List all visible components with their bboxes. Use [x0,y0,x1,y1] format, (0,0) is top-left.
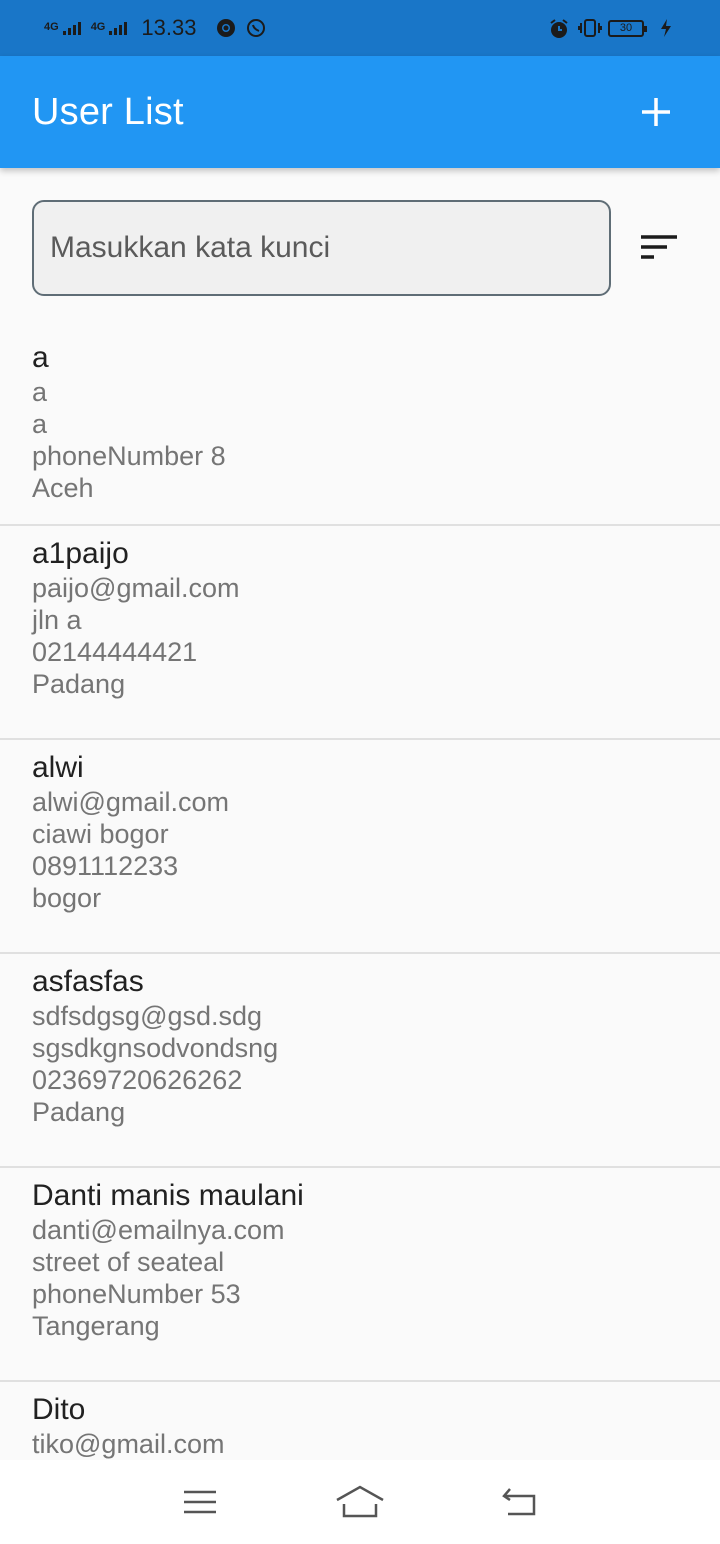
user-address: street of seateal [32,1247,225,1277]
user-city: bogor [32,883,102,913]
list-item[interactable]: a1paijo paijo@gmail.com jln a 0214444442… [0,526,720,740]
user-email: paijo@gmail.com [32,573,240,603]
status-bar: 4G 4G 13.33 30 [0,0,720,56]
add-user-button[interactable] [632,88,680,136]
user-phone: phoneNumber 8 [32,441,226,471]
user-list: a a a phoneNumber 8 Aceh a1paijo paijo@g… [0,330,720,1460]
user-address: a [32,409,48,439]
list-item[interactable]: Danti manis maulani danti@emailnya.com s… [0,1168,720,1382]
alarm-icon [548,18,568,38]
sort-icon [640,235,677,259]
network-type-label: 4G [90,21,106,33]
user-name: a [32,341,49,374]
list-item[interactable]: alwi alwi@gmail.com ciawi bogor 08911122… [0,740,720,954]
user-name: asfasfas [32,965,144,998]
network-signal-1: 4G [44,21,81,35]
user-phone: phoneNumber 53 [32,1279,241,1309]
system-nav-bar [0,1460,720,1544]
menu-button[interactable] [160,1472,240,1532]
user-city: Tangerang [32,1311,160,1341]
network-type-label: 4G [44,21,59,33]
page-title: User List [32,90,184,133]
user-email: danti@emailnya.com [32,1215,285,1245]
app-bar: User List [0,56,720,168]
user-phone: 02144444421 [32,637,198,667]
status-left: 4G 4G 13.33 [44,15,266,41]
plus-icon [642,98,670,126]
status-time: 13.33 [141,15,197,40]
list-item[interactable]: asfasfas sdfsdgsg@gsd.sdg sgsdkgnsodvond… [0,954,720,1168]
user-email: alwi@gmail.com [32,787,229,817]
user-email: tiko@gmail.com [32,1429,225,1459]
user-name: alwi [32,751,84,784]
charging-icon [660,18,680,38]
user-city: Padang [32,1097,126,1127]
whatsapp-icon [246,18,266,38]
user-city: Aceh [32,473,94,503]
search-input[interactable] [50,231,594,265]
back-icon [502,1488,536,1516]
user-address: jln a [32,605,82,635]
search-field[interactable] [32,200,612,296]
user-name: Dito [32,1393,86,1426]
user-address: sgsdkgnsodvondsng [32,1033,279,1063]
status-right: 30 [548,18,680,38]
user-email: sdfsdgsg@gsd.sdg [32,1001,263,1031]
user-email: a [32,377,48,407]
signal-bars-icon [109,21,128,35]
menu-icon [184,1490,216,1514]
home-icon [336,1485,384,1518]
network-signal-2: 4G [91,21,128,35]
list-item[interactable]: Dito tiko@gmail.com [0,1382,720,1460]
user-phone: 02369720626262 [32,1065,243,1095]
user-name: Danti manis maulani [32,1179,304,1212]
list-item[interactable]: a a a phoneNumber 8 Aceh [0,330,720,526]
user-name: a1paijo [32,537,129,570]
sort-button[interactable] [629,218,688,278]
back-button[interactable] [480,1472,560,1532]
home-button[interactable] [320,1472,400,1532]
chrome-icon [216,18,236,38]
search-row [0,200,720,296]
user-phone: 0891112233 [32,851,179,881]
user-city: Padang [32,669,126,699]
battery-icon: 30 [608,19,647,37]
vibrate-icon [578,18,602,38]
user-address: ciawi bogor [32,819,169,849]
signal-bars-icon [62,21,81,35]
